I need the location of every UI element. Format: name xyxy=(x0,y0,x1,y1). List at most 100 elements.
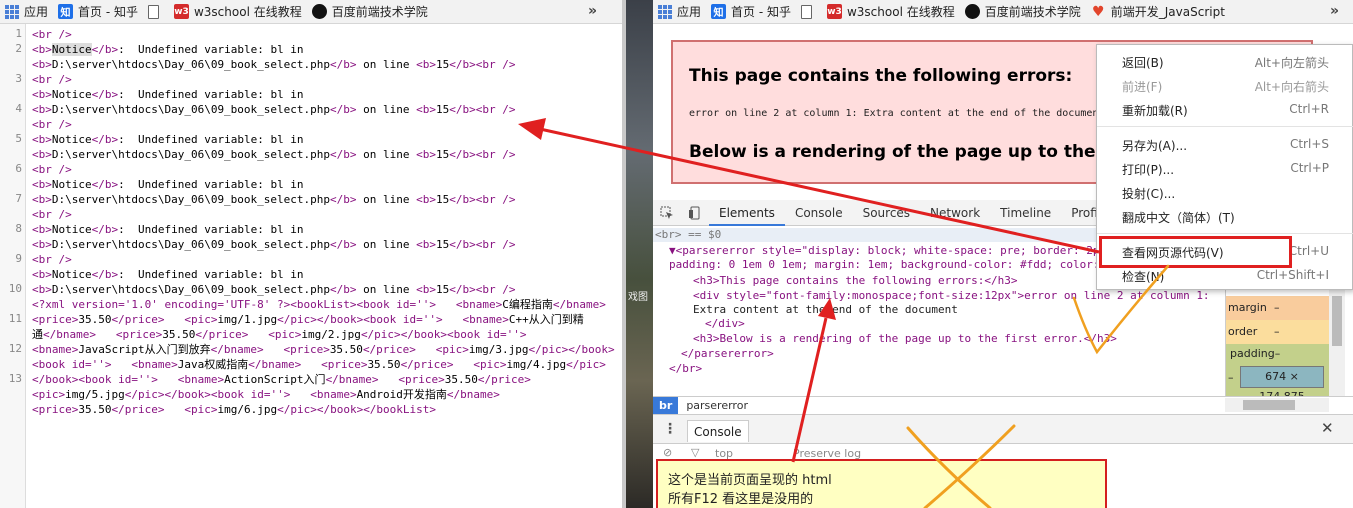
menu-item-save-as[interactable]: 另存为(A)... Ctrl+S xyxy=(1097,133,1353,157)
menu-item-reload[interactable]: 重新加载(R) Ctrl+R xyxy=(1097,98,1353,122)
source-line: <br /> xyxy=(32,163,72,176)
bookmark-blank-page[interactable] xyxy=(143,0,169,23)
source-line: <br /> xyxy=(32,208,72,221)
source-line: <b>D:\server\htdocs\Day_06\09_book_selec… xyxy=(32,58,516,71)
bookmark-w3school[interactable]: w3 w3school 在线教程 xyxy=(822,0,960,23)
line-number: 5 xyxy=(15,132,22,145)
tab-timeline[interactable]: Timeline xyxy=(990,200,1061,226)
dom-node-attr-continued: padding: 0 1em 0 1em; margin: 1em; backg… xyxy=(669,258,1113,271)
box-border-row: order – xyxy=(1226,320,1330,344)
padding-label: padding– xyxy=(1230,347,1281,360)
bookmark-label: 首页 - 知乎 xyxy=(78,5,138,19)
menu-item-cast[interactable]: 投射(C)... xyxy=(1097,181,1353,205)
bookmark-label: 百度前端技术学院 xyxy=(331,5,428,19)
source-line: <b>Notice</b>: Undefined variable: bl in xyxy=(32,178,304,191)
desktop-background-strip: 戏图 xyxy=(626,0,653,508)
source-line: 通</bname> <price>35.50</price> <pic>img/… xyxy=(32,328,527,341)
bookmark-label: w3school 在线教程 xyxy=(846,5,955,19)
line-number: 13 xyxy=(8,372,22,385)
source-line: <b>Notice</b>: Undefined variable: bl in xyxy=(32,133,304,146)
page-icon xyxy=(147,4,159,19)
border-value: – xyxy=(1274,325,1280,338)
horizontal-scrollbar[interactable] xyxy=(1225,398,1329,412)
bookmark-label: w3school 在线教程 xyxy=(193,5,302,19)
console-drawer: ⋮ Console ✕ xyxy=(653,414,1353,444)
source-line: </book><book id=''> <bname>ActionScript入… xyxy=(32,373,531,386)
dom-text-node: Extra content at the end of the document xyxy=(693,303,958,316)
tab-elements[interactable]: Elements xyxy=(709,200,785,226)
page-icon xyxy=(800,4,812,19)
breadcrumb-parsererror[interactable]: parsererror xyxy=(686,399,748,412)
margin-value: – xyxy=(1274,301,1280,314)
bookmark-label: 百度前端技术学院 xyxy=(984,5,1081,19)
view-source-highlight-box xyxy=(1099,236,1292,268)
source-line: <b>Notice</b>: Undefined variable: bl in xyxy=(32,43,304,56)
more-bookmarks-chevron-icon[interactable]: » xyxy=(1330,3,1339,19)
clear-console-icon[interactable]: ⊘ xyxy=(663,446,672,459)
note-line-2: 所有F12 看这里是没用的 xyxy=(668,492,814,507)
source-line: <br /> xyxy=(32,28,72,41)
baidu-ife-icon xyxy=(964,4,980,19)
w3school-icon: w3 xyxy=(826,4,842,19)
dom-node-h3[interactable]: <h3>Below is a rendering of the page up … xyxy=(693,332,1117,346)
bookmark-js-dev[interactable]: ♥ 前端开发_JavaScript xyxy=(1086,0,1230,23)
zhihu-icon: 知 xyxy=(711,4,727,19)
bookmark-label: 前端开发_JavaScript xyxy=(1110,5,1225,19)
bookmark-label: 首页 - 知乎 xyxy=(731,5,791,19)
bookmark-baidu-ife[interactable]: 百度前端技术学院 xyxy=(307,0,433,23)
menu-item-forward[interactable]: 前进(F) Alt+向右箭头 xyxy=(1097,74,1353,98)
source-line: <b>Notice</b>: Undefined variable: bl in xyxy=(32,268,304,281)
strip-text: 戏图 xyxy=(628,292,648,303)
line-number: 7 xyxy=(15,192,22,205)
screenshot: 应用 知首页 - 知乎 w3 w3school 在线教程 百度前端技术学院 » 1… xyxy=(0,0,1353,508)
note-line-1: 这个是当前页面呈现的 html xyxy=(668,473,832,488)
tab-network[interactable]: Network xyxy=(920,200,990,226)
close-icon[interactable]: ✕ xyxy=(1321,419,1334,437)
menu-item-translate[interactable]: 翻成中文（简体）(T) xyxy=(1097,205,1353,229)
line-number: 11 xyxy=(8,312,22,325)
dom-node-parsererror-close: </parsererror> xyxy=(681,347,774,360)
content-size: 674 × 174.875 xyxy=(1240,366,1324,403)
console-drawer-tab[interactable]: Console xyxy=(687,420,749,442)
source-line: <br /> xyxy=(32,118,72,131)
line-number: 8 xyxy=(15,222,22,235)
line-number: 2 xyxy=(15,42,22,55)
box-padding-row: padding– – 674 × 174.875 xyxy=(1226,344,1330,403)
source-line: <b>D:\server\htdocs\Day_06\09_book_selec… xyxy=(32,283,516,296)
device-toolbar-icon[interactable] xyxy=(681,200,709,226)
source-line: <b>Notice</b>: Undefined variable: bl in xyxy=(32,223,304,236)
inspect-element-icon[interactable] xyxy=(653,200,681,226)
bookmark-zhihu[interactable]: 知首页 - 知乎 xyxy=(53,0,143,23)
bookmark-apps[interactable]: 应用 xyxy=(0,0,53,23)
selected-node-line[interactable]: <br> == $0 xyxy=(655,228,721,242)
dom-node-br-close: </br> xyxy=(669,362,703,375)
source-line: <b>D:\server\htdocs\Day_06\09_book_selec… xyxy=(32,103,516,116)
bookmark-blank-page[interactable] xyxy=(796,0,822,23)
annotation-note: 这个是当前页面呈现的 html 所有F12 看这里是没用的 xyxy=(656,459,1107,508)
drawer-menu-icon[interactable]: ⋮ xyxy=(663,421,677,437)
tab-sources[interactable]: Sources xyxy=(853,200,920,226)
dom-node-h3[interactable]: <h3>This page contains the following err… xyxy=(693,274,1018,288)
menu-item-print[interactable]: 打印(P)... Ctrl+P xyxy=(1097,157,1353,181)
more-bookmarks-chevron-icon[interactable]: » xyxy=(588,3,597,19)
source-line: <pic>img/5.jpg</pic></book><book id=''> … xyxy=(32,388,500,401)
dom-node-div[interactable]: <div style="font-family:monospace;font-s… xyxy=(693,289,1210,303)
source-line: <b>Notice</b>: Undefined variable: bl in xyxy=(32,88,304,101)
line-number: 4 xyxy=(15,102,22,115)
bookmark-zhihu[interactable]: 知首页 - 知乎 xyxy=(706,0,796,23)
dom-node-parsererror[interactable]: ▼<parsererror style="display: block; whi… xyxy=(669,244,1106,258)
source-line: <b>D:\server\htdocs\Day_06\09_book_selec… xyxy=(32,193,516,206)
source-line: <?xml version='1.0' encoding='UTF-8' ?><… xyxy=(32,298,606,311)
breadcrumb-br[interactable]: br xyxy=(653,396,679,415)
tab-console[interactable]: Console xyxy=(785,200,853,226)
box-margin-row: margin – xyxy=(1226,296,1330,320)
w3school-icon: w3 xyxy=(173,4,189,19)
bookmark-w3school[interactable]: w3 w3school 在线教程 xyxy=(169,0,307,23)
source-line: <book id=''> <bname>Java权威指南</bname> <pr… xyxy=(32,358,606,371)
source-line: <br /> xyxy=(32,253,72,266)
menu-item-back[interactable]: 返回(B) Alt+向左箭头 xyxy=(1097,50,1353,74)
filter-icon[interactable]: ▽ xyxy=(691,446,699,459)
bookmark-baidu-ife[interactable]: 百度前端技术学院 xyxy=(960,0,1086,23)
bookmark-apps[interactable]: 应用 xyxy=(653,0,706,23)
zhihu-icon: 知 xyxy=(58,4,74,19)
